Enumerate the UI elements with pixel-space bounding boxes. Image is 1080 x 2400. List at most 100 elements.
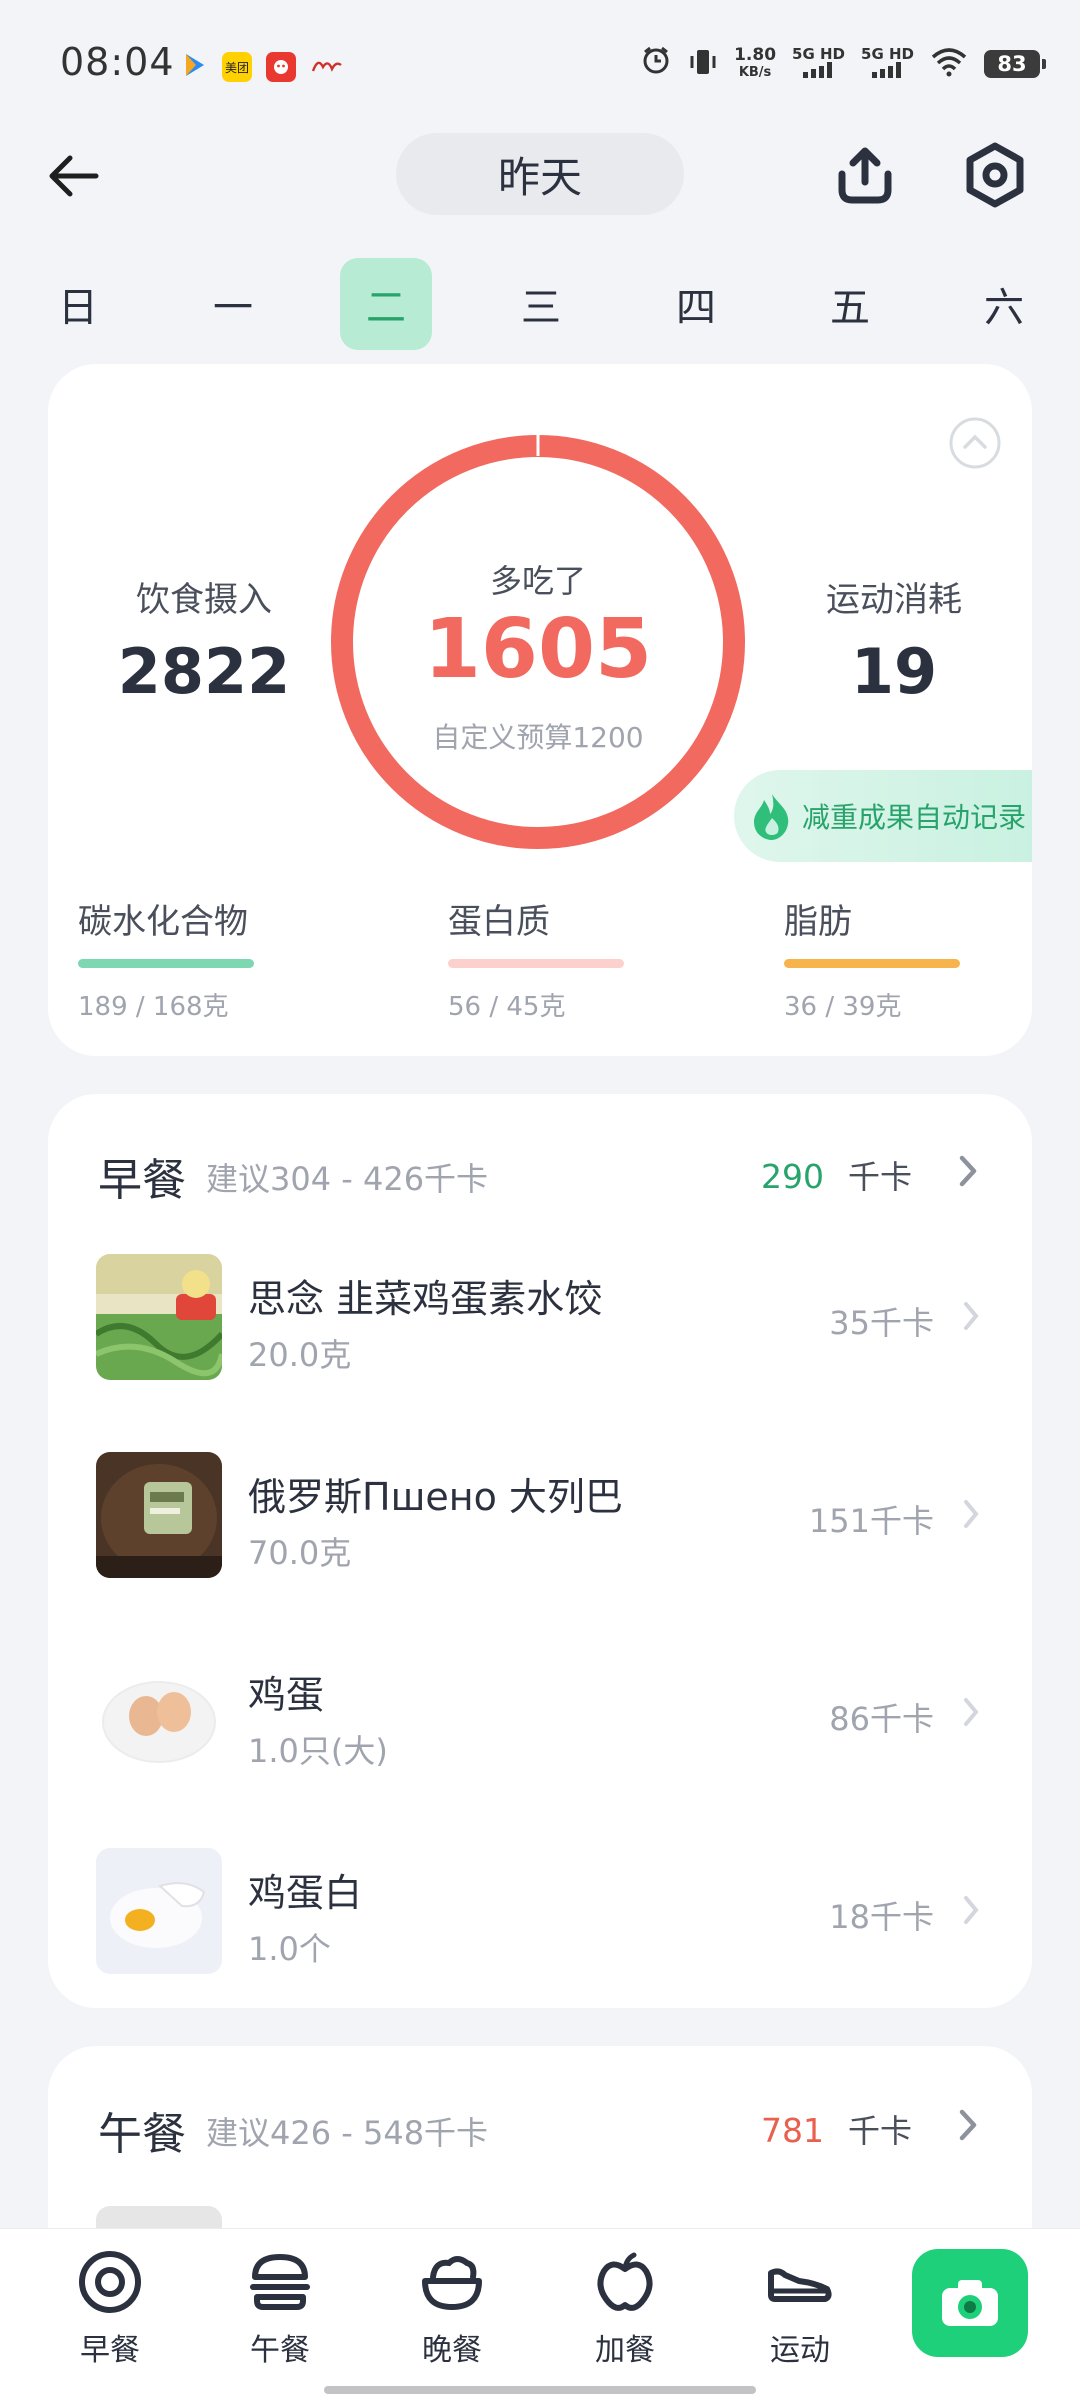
ring-label: 多吃了	[489, 562, 586, 600]
network-speed-value: 1.80	[734, 44, 777, 65]
food-amount: 1.0只(大)	[248, 1732, 388, 1770]
meal-suggestion: 建议304 - 426千卡	[206, 1160, 489, 1198]
macro-fat-bar	[784, 959, 960, 968]
food-amount: 20.0克	[248, 1336, 352, 1374]
burn-stat: 运动消耗 19	[794, 572, 994, 708]
hexagon-settings-icon	[966, 142, 1024, 208]
food-amount: 70.0克	[248, 1534, 352, 1572]
food-kcal: 18千卡	[829, 1898, 934, 1936]
food-image-egg-white	[96, 1848, 222, 1974]
camera-icon	[942, 2280, 998, 2326]
weekday-sat[interactable]: 六	[958, 258, 1050, 350]
food-item[interactable]: 思念 韭菜鸡蛋素水饺 20.0克 35千卡	[96, 1254, 986, 1384]
chevron-right-icon	[964, 1896, 979, 1924]
macro-carbs-value: 189 / 168克	[78, 992, 229, 1022]
breakfast-header[interactable]: 早餐 建议304 - 426千卡 290 千卡	[98, 1144, 988, 1206]
camera-button[interactable]	[912, 2249, 1028, 2357]
macro-carbs: 碳水化合物 189 / 168克	[78, 894, 278, 1023]
food-name: 鸡蛋	[248, 1673, 325, 1717]
meal-suggestion: 建议426 - 548千卡	[206, 2114, 489, 2152]
food-kcal: 35千卡	[829, 1304, 934, 1342]
nav-lunch[interactable]: 午餐	[220, 2247, 340, 2377]
macro-protein-bar	[448, 959, 624, 968]
arrow-left-icon	[49, 155, 99, 197]
settings-button[interactable]	[960, 140, 1030, 210]
nav-label: 早餐	[80, 2333, 140, 2368]
collapse-button[interactable]	[948, 416, 1002, 470]
weekday-mon[interactable]: 一	[187, 258, 279, 350]
wifi-icon	[930, 47, 968, 81]
meal-title: 早餐	[98, 1155, 186, 1206]
food-name: 俄罗斯Пшено 大列巴	[248, 1475, 623, 1519]
meal-kcal-unit: 千卡	[847, 1158, 912, 1196]
rice-bowl-icon	[422, 2256, 482, 2310]
status-bar: 08:04 美团 1.80 KB/s 5G HD 5G HD 83	[0, 0, 1080, 130]
meal-kcal: 781	[760, 2111, 824, 2150]
badge-text: 减重成果自动记录	[802, 801, 1027, 834]
bottom-nav: 早餐 午餐 晚餐 加餐 运动	[0, 2228, 1080, 2400]
back-button[interactable]	[44, 146, 104, 206]
nav-dinner[interactable]: 晚餐	[392, 2247, 512, 2377]
macro-protein-value: 56 / 45克	[448, 992, 566, 1022]
chevron-right-icon	[959, 2109, 977, 2141]
flame-icon	[754, 794, 789, 840]
ring-value: 1605	[423, 602, 653, 697]
food-image-egg	[96, 1650, 222, 1776]
sim1-label: 5G HD	[792, 45, 846, 63]
burger-icon	[250, 2254, 310, 2310]
weekday-wed[interactable]: 三	[495, 258, 587, 350]
weekday-tue[interactable]: 二	[340, 258, 432, 350]
weekday-fri[interactable]: 五	[804, 258, 896, 350]
food-kcal: 86千卡	[829, 1700, 934, 1738]
meituan-icon: 美团	[222, 52, 252, 82]
macro-fat-value: 36 / 39克	[784, 992, 902, 1022]
alarm-icon	[640, 44, 672, 83]
weekday-sun[interactable]: 日	[32, 258, 124, 350]
date-selector[interactable]: 昨天	[396, 133, 684, 215]
food-item[interactable]: 俄罗斯Пшено 大列巴 70.0克 151千卡	[96, 1452, 986, 1582]
home-indicator[interactable]	[324, 2386, 756, 2394]
meal-kcal-unit: 千卡	[847, 2112, 912, 2150]
status-time: 08:04	[60, 40, 175, 84]
ring-center: 多吃了 1605 自定义预算1200	[330, 434, 746, 850]
nav-breakfast[interactable]: 早餐	[50, 2247, 170, 2377]
network-speed-unit: KB/s	[738, 64, 772, 80]
food-name: 思念 韭菜鸡蛋素水饺	[248, 1277, 603, 1321]
food-item[interactable]: 鸡蛋白 1.0个 18千卡	[96, 1848, 986, 1978]
food-image-dumplings	[96, 1254, 222, 1380]
food-amount: 1.0个	[248, 1930, 331, 1968]
lunch-header[interactable]: 午餐 建议426 - 548千卡 781 千卡	[98, 2098, 988, 2160]
burn-label: 运动消耗	[826, 580, 962, 620]
meal-title: 午餐	[98, 2109, 186, 2160]
weekday-thu[interactable]: 四	[650, 258, 742, 350]
chevron-right-icon	[964, 1500, 979, 1528]
plate-icon	[79, 2251, 141, 2313]
food-kcal: 151千卡	[808, 1502, 934, 1540]
apple-icon	[597, 2252, 653, 2311]
macro-protein-label: 蛋白质	[448, 902, 550, 942]
macro-carbs-bar	[78, 959, 254, 968]
vibrate-icon	[688, 46, 718, 82]
weekday-selector: 日 一 二 三 四 五 六	[0, 258, 1080, 350]
nav-snack[interactable]: 加餐	[565, 2247, 685, 2377]
nav-label: 午餐	[250, 2333, 310, 2368]
intake-label: 饮食摄入	[136, 580, 272, 620]
sim2-label: 5G HD	[861, 45, 914, 63]
share-button[interactable]	[830, 140, 900, 210]
meal-kcal: 290	[760, 1157, 824, 1196]
network-speed: 1.80 KB/s	[734, 46, 776, 82]
intake-value: 2822	[117, 635, 291, 708]
chevron-right-icon	[959, 1155, 977, 1187]
macro-carbs-label: 碳水化合物	[78, 902, 248, 942]
food-item[interactable]: 鸡蛋 1.0只(大) 86千卡	[96, 1650, 986, 1780]
sneaker-icon	[768, 2268, 832, 2302]
chevron-right-icon	[964, 1698, 979, 1726]
battery-indicator: 83	[984, 49, 1046, 78]
ring-budget: 自定义预算1200	[432, 721, 644, 754]
macro-protein: 蛋白质 56 / 45克	[448, 894, 648, 1023]
auto-record-badge[interactable]: 减重成果自动记录	[734, 770, 1032, 862]
video-app-icon	[182, 50, 208, 84]
nav-exercise[interactable]: 运动	[740, 2247, 860, 2377]
notification-icons: 美团	[182, 50, 344, 84]
nav-label: 运动	[770, 2333, 830, 2368]
